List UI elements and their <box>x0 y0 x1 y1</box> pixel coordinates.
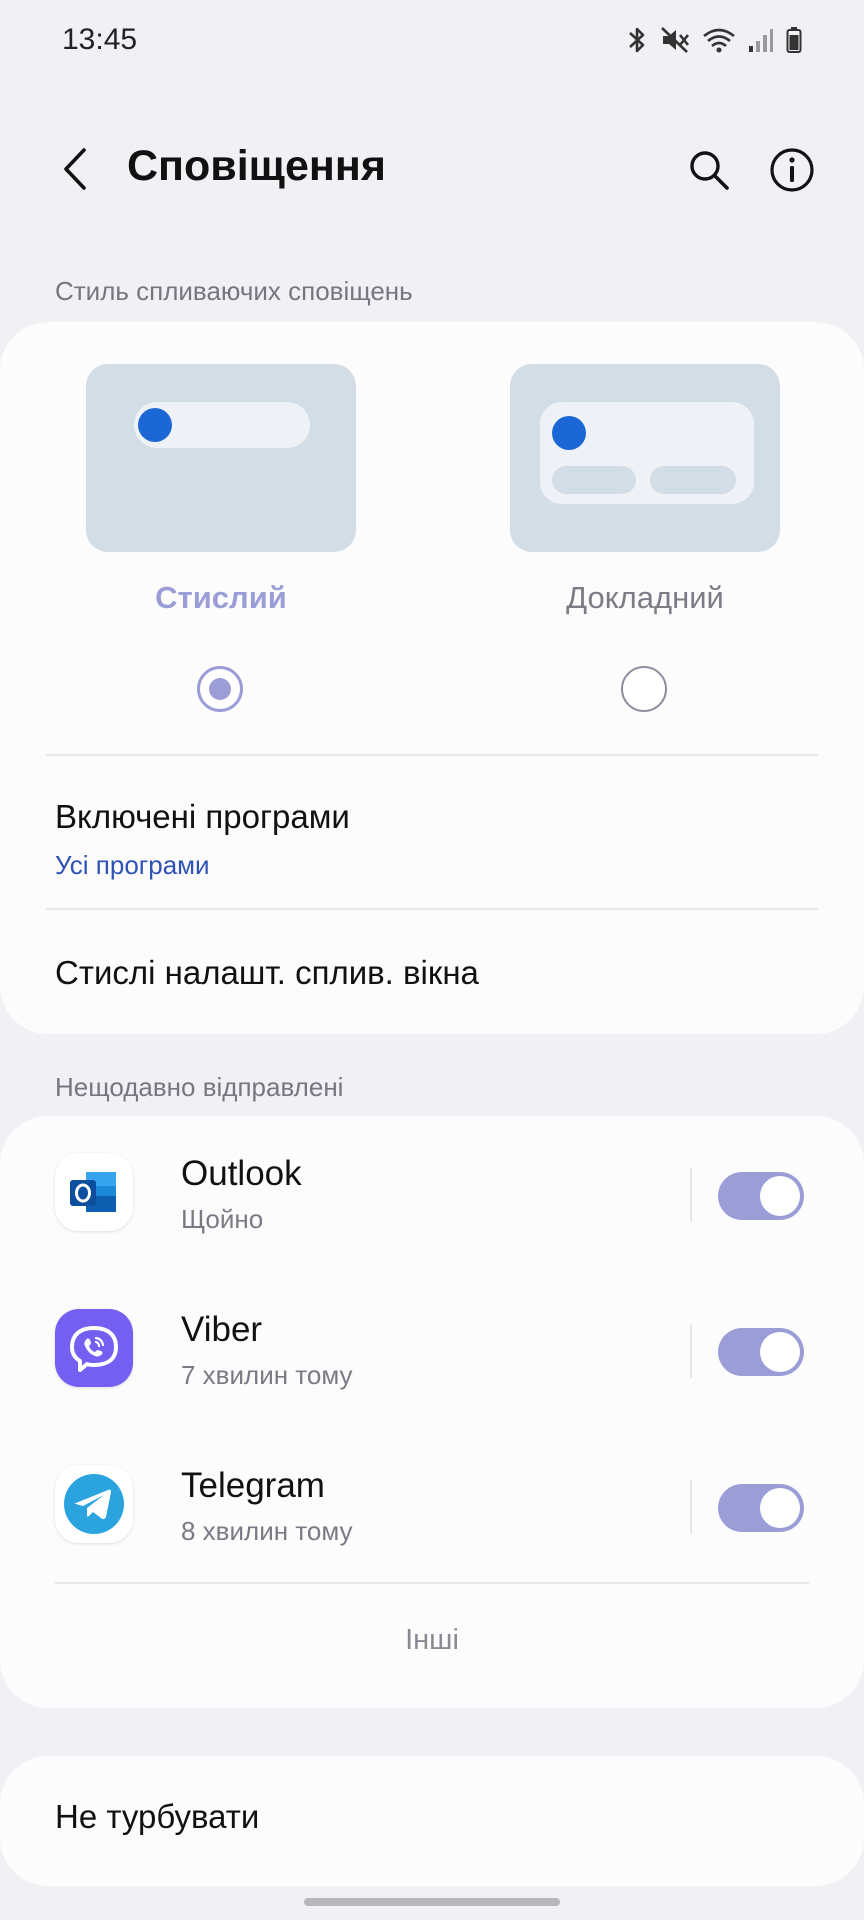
section-header-popup-style: Стиль спливаючих сповіщень <box>55 276 413 306</box>
bluetooth-icon <box>629 27 645 53</box>
search-icon <box>690 151 729 190</box>
dnd-row[interactable]: Не турбувати <box>0 1756 864 1886</box>
included-apps-value: Усі програми <box>55 850 210 880</box>
signal-icon <box>749 29 773 52</box>
style-option-detailed[interactable] <box>510 364 780 552</box>
section-header-recent: Нещодавно відправлені <box>55 1072 344 1102</box>
brief-settings-title: Стислі налашт. сплив. вікна <box>55 954 479 991</box>
battery-icon <box>786 27 802 53</box>
app-row-telegram[interactable]: Telegram 8 хвилин тому <box>0 1428 864 1578</box>
vertical-divider <box>690 1480 692 1534</box>
app-bar: Сповіщення <box>0 120 864 220</box>
style-label-brief[interactable]: Стислий <box>86 580 356 616</box>
popup-style-card: Стислий Докладний Включені програми Усі … <box>0 322 864 1034</box>
viber-icon <box>55 1309 133 1387</box>
back-arrow-icon <box>64 148 86 190</box>
vertical-divider <box>690 1324 692 1378</box>
radio-detailed[interactable] <box>621 666 667 712</box>
style-label-detailed[interactable]: Докладний <box>510 580 780 616</box>
app-time: 8 хвилин тому <box>181 1516 353 1546</box>
page-title: Сповіщення <box>127 142 386 190</box>
app-name: Telegram <box>181 1466 325 1505</box>
brief-preview <box>86 364 356 552</box>
dnd-title: Не турбувати <box>55 1798 260 1835</box>
status-time: 13:45 <box>62 23 138 56</box>
detailed-preview-bar <box>552 466 636 494</box>
detailed-preview-dot <box>552 416 586 450</box>
dnd-card: Не турбувати <box>0 1756 864 1886</box>
mute-icon <box>661 27 690 53</box>
vertical-divider <box>690 1168 692 1222</box>
app-time: Щойно <box>181 1204 264 1234</box>
app-name: Viber <box>181 1310 263 1349</box>
info-icon <box>770 148 814 192</box>
app-row-outlook[interactable]: Outlook Щойно <box>0 1116 864 1266</box>
app-time: 7 хвилин тому <box>181 1360 353 1390</box>
app-row-viber[interactable]: Viber 7 хвилин тому <box>0 1272 864 1422</box>
toggle-telegram[interactable] <box>718 1484 804 1532</box>
back-button[interactable] <box>50 144 100 194</box>
brief-settings-row[interactable]: Стислі налашт. сплив. вікна <box>0 910 864 1034</box>
others-link[interactable]: Інші <box>0 1624 864 1657</box>
toggle-viber[interactable] <box>718 1328 804 1376</box>
telegram-icon <box>55 1465 133 1543</box>
app-name: Outlook <box>181 1154 302 1193</box>
toggle-outlook[interactable] <box>718 1172 804 1220</box>
included-apps-row[interactable]: Включені програми Усі програми <box>0 756 864 910</box>
info-button[interactable] <box>766 144 818 196</box>
divider <box>55 1582 809 1584</box>
brief-preview-dot <box>138 408 172 442</box>
style-option-brief[interactable] <box>86 364 356 552</box>
detailed-preview <box>510 364 780 552</box>
recent-apps-card: Outlook Щойно Viber 7 хвилин тому Telegr… <box>0 1116 864 1708</box>
status-icons <box>626 26 802 54</box>
home-indicator <box>304 1898 560 1906</box>
status-bar: 13:45 <box>0 0 864 80</box>
detailed-preview-bar <box>650 466 736 494</box>
radio-brief[interactable] <box>197 666 243 712</box>
wifi-icon <box>703 28 735 53</box>
outlook-icon <box>55 1153 133 1231</box>
included-apps-title: Включені програми <box>55 798 350 835</box>
search-button[interactable] <box>683 144 735 196</box>
